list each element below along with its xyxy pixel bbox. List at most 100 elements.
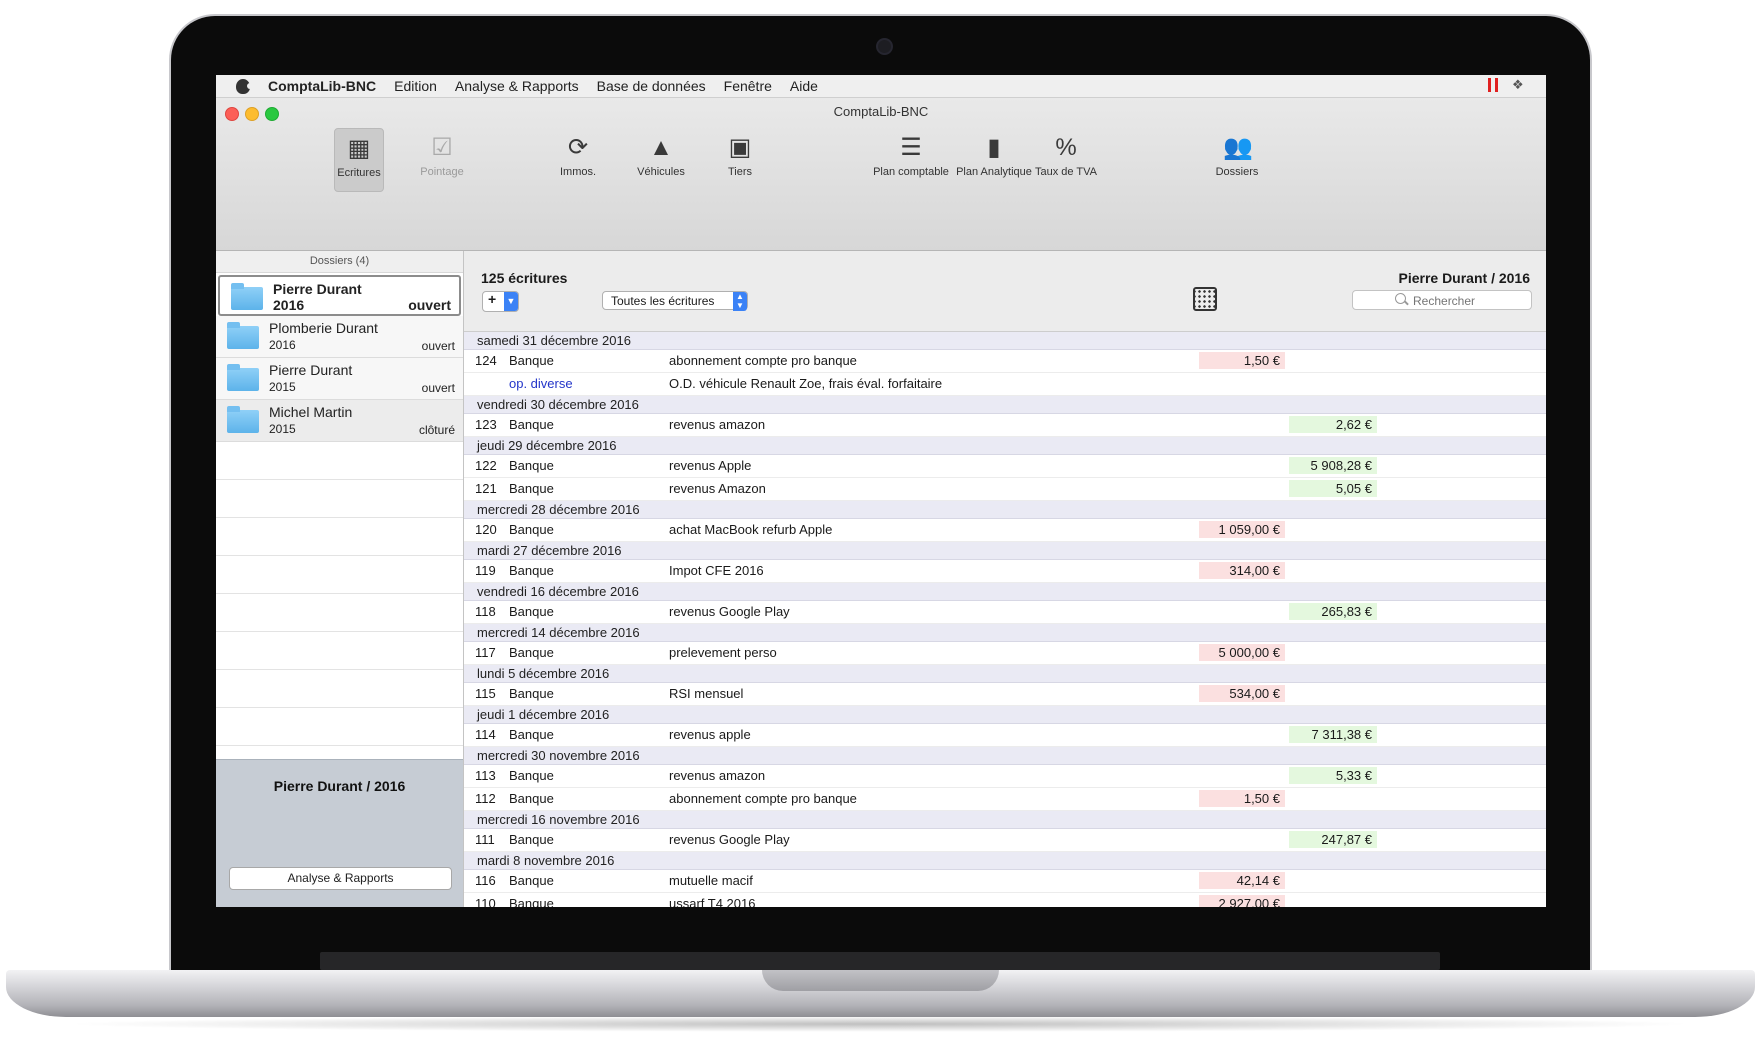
entry-account: Banque bbox=[509, 727, 554, 742]
entry-row[interactable]: 119 Banque Impot CFE 2016 314,00 € bbox=[464, 560, 1546, 583]
tool-ecritures[interactable]: ▦ Ecritures bbox=[334, 128, 384, 192]
chevron-down-icon[interactable]: ▼ bbox=[504, 292, 518, 311]
filter-value: Toutes les écritures bbox=[611, 294, 715, 308]
entry-label: O.D. véhicule Renault Zoe, frais éval. f… bbox=[669, 376, 943, 391]
entry-number: 118 bbox=[475, 604, 496, 619]
entry-row[interactable]: 115 Banque RSI mensuel 534,00 € bbox=[464, 683, 1546, 706]
entry-number: 123 bbox=[475, 417, 497, 432]
tool-plan-comptable[interactable]: ☰ Plan comptable bbox=[870, 128, 952, 190]
entry-row[interactable]: 114 Banque revenus apple 7 311,38 € bbox=[464, 724, 1546, 747]
entry-row[interactable]: 116 Banque mutuelle macif 42,14 € bbox=[464, 870, 1546, 893]
sidebar-header: Dossiers (4) bbox=[216, 251, 463, 273]
entry-row[interactable]: op. diverse O.D. véhicule Renault Zoe, fr… bbox=[464, 373, 1546, 396]
tool-taux-tva[interactable]: % Taux de TVA bbox=[1034, 128, 1098, 190]
dossier-name: Plomberie Durant bbox=[269, 320, 378, 336]
date-group-header: mardi 8 novembre 2016 bbox=[464, 852, 1546, 870]
empty-row bbox=[216, 594, 463, 632]
tool-taux-tva-label: Taux de TVA bbox=[1035, 166, 1097, 178]
empty-row bbox=[216, 708, 463, 746]
window-title: ComptaLib-BNC bbox=[833, 104, 929, 119]
current-dossier-title: Pierre Durant / 2016 bbox=[273, 778, 406, 794]
search-input[interactable] bbox=[1411, 292, 1525, 310]
entry-account: Banque bbox=[509, 873, 554, 888]
search-field[interactable] bbox=[1352, 290, 1532, 310]
calendar-icon[interactable] bbox=[1193, 287, 1217, 311]
entry-account: Banque bbox=[509, 522, 554, 537]
dossier-item[interactable]: Michel Martin 2015 clôturé bbox=[216, 400, 463, 442]
menu-analyse-rapports[interactable]: Analyse & Rapports bbox=[455, 78, 579, 94]
laptop-shadow bbox=[60, 1016, 1700, 1032]
dossier-item[interactable]: Plomberie Durant 2016 ouvert bbox=[216, 316, 463, 358]
entry-row[interactable]: 113 Banque revenus amazon 5,33 € bbox=[464, 765, 1546, 788]
menu-aide[interactable]: Aide bbox=[790, 78, 818, 94]
tool-plan-analytique[interactable]: ▮ Plan Analytique bbox=[954, 128, 1034, 190]
entry-label: achat MacBook refurb Apple bbox=[669, 522, 833, 537]
date-group-header: vendredi 16 décembre 2016 bbox=[464, 583, 1546, 601]
entry-number: 124 bbox=[475, 353, 497, 368]
entry-number: 121 bbox=[475, 481, 497, 496]
dossier-item[interactable]: Pierre Durant 2016 ouvert bbox=[218, 275, 461, 316]
menu-edition[interactable]: Edition bbox=[394, 78, 437, 94]
dropbox-icon[interactable]: ❖ bbox=[1512, 78, 1526, 92]
entry-number: 119 bbox=[475, 563, 496, 578]
tool-immos[interactable]: ⟳ Immos. bbox=[556, 128, 600, 190]
tool-tiers[interactable]: ▣ Tiers bbox=[721, 128, 759, 190]
entry-row[interactable]: 117 Banque prelevement perso 5 000,00 € bbox=[464, 642, 1546, 665]
tool-dossiers-label: Dossiers bbox=[1215, 166, 1259, 178]
entry-debit: 2 927,00 € bbox=[1199, 895, 1285, 907]
dossier-status: ouvert bbox=[421, 381, 455, 395]
date-group-header: lundi 5 décembre 2016 bbox=[464, 665, 1546, 683]
entry-row[interactable]: 123 Banque revenus amazon 2,62 € bbox=[464, 414, 1546, 437]
empty-row bbox=[216, 670, 463, 708]
entry-row[interactable]: 122 Banque revenus Apple 5 908,28 € bbox=[464, 455, 1546, 478]
entry-label: revenus Amazon bbox=[669, 481, 766, 496]
entry-credit: 247,87 € bbox=[1289, 831, 1377, 848]
menu-fenetre[interactable]: Fenêtre bbox=[724, 78, 772, 94]
screen: ComptaLib-BNC Edition Analyse & Rapports… bbox=[216, 75, 1546, 907]
entry-account: Banque bbox=[509, 563, 554, 578]
entries-header: 125 écritures Pierre Durant / 2016 + ▼ T… bbox=[464, 251, 1546, 332]
folder-icon bbox=[227, 364, 259, 391]
tool-pointage-label: Pointage bbox=[420, 166, 464, 178]
entry-row[interactable]: 111 Banque revenus Google Play 247,87 € bbox=[464, 829, 1546, 852]
search-icon bbox=[1395, 293, 1406, 304]
entry-label: revenus amazon bbox=[669, 417, 766, 432]
date-group-header: jeudi 1 décembre 2016 bbox=[464, 706, 1546, 724]
apple-menu-icon[interactable] bbox=[236, 78, 253, 94]
entry-number: 111 bbox=[475, 832, 495, 847]
entry-account: Banque bbox=[509, 481, 554, 496]
entry-debit: 314,00 € bbox=[1199, 562, 1285, 579]
entry-account[interactable]: op. diverse bbox=[509, 373, 573, 395]
entry-label: abonnement compte pro banque bbox=[669, 791, 857, 806]
menu-base-de-donnees[interactable]: Base de données bbox=[597, 78, 706, 94]
dossier-item[interactable]: Pierre Durant 2015 ouvert bbox=[216, 358, 463, 400]
dossier-year: 2015 bbox=[269, 422, 296, 436]
entry-row[interactable]: 112 Banque abonnement compte pro banque 1,5… bbox=[464, 788, 1546, 811]
entry-credit: 5,33 € bbox=[1289, 767, 1377, 784]
entry-row[interactable]: 121 Banque revenus Amazon 5,05 € bbox=[464, 478, 1546, 501]
add-entry-button[interactable]: + ▼ bbox=[482, 291, 519, 312]
analyse-rapports-button[interactable]: Analyse & Rapports bbox=[229, 867, 452, 890]
checkbox-icon: ☑ bbox=[431, 134, 453, 161]
menu-app-name[interactable]: ComptaLib-BNC bbox=[268, 78, 376, 94]
date-group-header: samedi 31 décembre 2016 bbox=[464, 332, 1546, 350]
tool-vehicules[interactable]: ▲ Véhicules bbox=[634, 128, 688, 190]
sidebar: Dossiers (4) Pierre Durant 2016 ouvert P… bbox=[216, 251, 464, 907]
dossier-status: ouvert bbox=[421, 339, 455, 353]
date-group-header: mercredi 28 décembre 2016 bbox=[464, 501, 1546, 519]
dossier-year: 2016 bbox=[269, 338, 296, 352]
tool-dossiers[interactable]: 👥 Dossiers bbox=[1213, 128, 1261, 190]
entry-debit: 1,50 € bbox=[1199, 352, 1285, 369]
date-group-header: mardi 27 décembre 2016 bbox=[464, 542, 1546, 560]
entry-account: Banque bbox=[509, 768, 554, 783]
entry-row[interactable]: 120 Banque achat MacBook refurb Apple 1 059… bbox=[464, 519, 1546, 542]
tool-pointage[interactable]: ☑ Pointage bbox=[416, 128, 468, 190]
entry-row[interactable]: 124 Banque abonnement compte pro banque 1,5… bbox=[464, 350, 1546, 373]
entry-row[interactable]: 118 Banque revenus Google Play 265,83 € bbox=[464, 601, 1546, 624]
empty-row bbox=[216, 632, 463, 670]
entry-row[interactable]: 110 Banque ussarf T4 2016 2 927,00 € bbox=[464, 893, 1546, 907]
entries-filter-select[interactable]: Toutes les écritures ▲ ▼ bbox=[602, 291, 748, 311]
book-icon: ▮ bbox=[987, 134, 1001, 161]
entry-account: Banque bbox=[509, 353, 554, 368]
pause-icon[interactable] bbox=[1488, 78, 1498, 92]
